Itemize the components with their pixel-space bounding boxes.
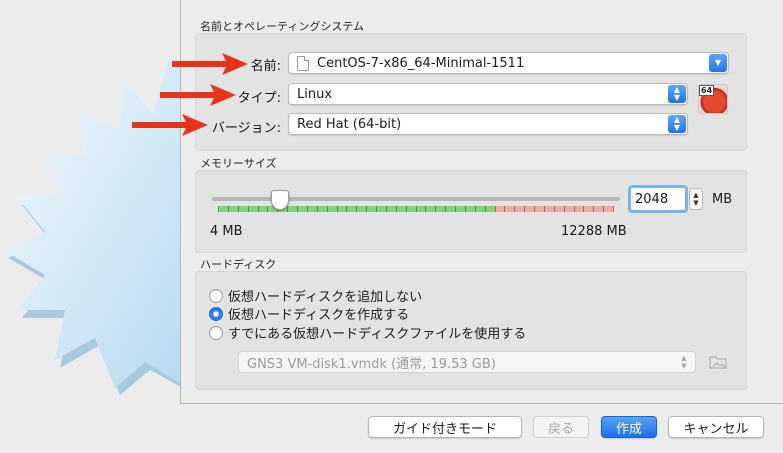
radio-no-disk[interactable]: 仮想ハードディスクを追加しない	[209, 287, 423, 305]
slider-tick	[593, 206, 594, 212]
slider-tick	[514, 206, 515, 212]
slider-tick	[248, 206, 249, 212]
memory-unit: MB	[712, 192, 733, 207]
name-combo[interactable]: CentOS-7-x86_64-Minimal-1511 ▼	[288, 52, 729, 74]
slider-tick	[613, 206, 614, 212]
slider-tick	[327, 206, 328, 212]
updown-chevron-icon[interactable]: ▲ ▼	[668, 115, 686, 133]
memory-value: 2048	[635, 191, 669, 207]
slider-tick	[267, 206, 268, 212]
slider-tick	[524, 206, 525, 212]
guided-mode-button[interactable]: ガイド付きモード	[368, 416, 522, 438]
slider-tick	[495, 206, 496, 212]
slider-tick	[544, 206, 545, 212]
slider-tick	[307, 206, 308, 212]
slider-tick	[346, 206, 347, 212]
slider-tick	[218, 206, 219, 212]
slider-tick	[574, 206, 575, 212]
annotation-arrow-icon	[172, 53, 248, 75]
version-select[interactable]: Red Hat (64-bit) ▲ ▼	[288, 113, 688, 135]
slider-tick	[366, 206, 367, 212]
chevron-down-icon[interactable]: ▼	[709, 54, 727, 72]
back-button[interactable]: 戻る	[533, 416, 589, 438]
slider-tick	[386, 206, 387, 212]
slider-tick	[238, 206, 239, 212]
slider-tick	[603, 206, 604, 212]
memory-min-label: 4 MB	[210, 224, 243, 239]
radio-button[interactable]	[209, 325, 223, 340]
slider-tick	[564, 206, 565, 212]
slider-tick	[435, 206, 436, 212]
document-icon	[297, 55, 309, 71]
create-button[interactable]: 作成	[601, 416, 657, 438]
slider-tick	[406, 206, 407, 212]
annotation-arrow-icon	[160, 84, 236, 106]
slider-tick	[485, 206, 486, 212]
radio-no-disk-label: 仮想ハードディスクを追加しない	[228, 290, 423, 305]
slider-tick	[455, 206, 456, 212]
name-os-section-title: 名前とオペレーティングシステム	[200, 20, 365, 33]
radio-button-selected[interactable]	[209, 306, 223, 321]
cancel-button[interactable]: キャンセル	[668, 416, 764, 438]
slider-tick	[287, 206, 288, 212]
annotation-arrow-icon	[132, 114, 208, 136]
slider-tick	[337, 206, 338, 212]
radio-existing-disk[interactable]: すでにある仮想ハードディスクファイルを使用する	[209, 324, 527, 342]
radio-existing-disk-label: すでにある仮想ハードディスクファイルを使用する	[228, 327, 527, 342]
memory-max-label: 12288 MB	[561, 224, 627, 239]
slider-tick	[297, 206, 298, 212]
memory-stepper[interactable]: ▲ ▼	[689, 188, 703, 210]
folder-icon[interactable]	[709, 353, 727, 370]
slider-tick	[534, 206, 535, 212]
slider-tick	[416, 206, 417, 212]
slider-tick	[317, 206, 318, 212]
slider-tick	[356, 206, 357, 212]
existing-disk-value: GNS3 VM-disk1.vmdk (通常, 19.53 GB)	[247, 356, 496, 372]
radio-create-disk[interactable]: 仮想ハードディスクを作成する	[209, 305, 410, 323]
slider-tick	[475, 206, 476, 212]
name-value: CentOS-7-x86_64-Minimal-1511	[317, 55, 525, 71]
radio-create-disk-label: 仮想ハードディスクを作成する	[228, 308, 410, 323]
os-type-icon: 64	[698, 84, 728, 114]
type-value: Linux	[297, 86, 333, 102]
updown-chevron-icon: ▲ ▼	[681, 354, 687, 370]
hard-disk-section-title: ハードディスク	[200, 258, 277, 271]
slider-tick	[396, 206, 397, 212]
64bit-badge: 64	[699, 85, 715, 96]
slider-tick	[504, 206, 505, 212]
memory-input[interactable]: 2048	[628, 185, 688, 213]
memory-section-title: メモリーサイズ	[200, 157, 277, 170]
updown-chevron-icon[interactable]: ▲ ▼	[668, 85, 686, 103]
slider-tick	[445, 206, 446, 212]
existing-disk-select[interactable]: GNS3 VM-disk1.vmdk (通常, 19.53 GB) ▲ ▼	[238, 351, 696, 373]
slider-tick	[376, 206, 377, 212]
slider-tick	[465, 206, 466, 212]
memory-slider-knob[interactable]	[271, 190, 289, 210]
slider-tick	[228, 206, 229, 212]
slider-tick	[583, 206, 584, 212]
radio-button[interactable]	[209, 288, 223, 303]
slider-tick	[554, 206, 555, 212]
slider-tick	[258, 206, 259, 212]
version-value: Red Hat (64-bit)	[297, 116, 402, 132]
type-select[interactable]: Linux ▲ ▼	[288, 83, 688, 105]
slider-tick	[425, 206, 426, 212]
